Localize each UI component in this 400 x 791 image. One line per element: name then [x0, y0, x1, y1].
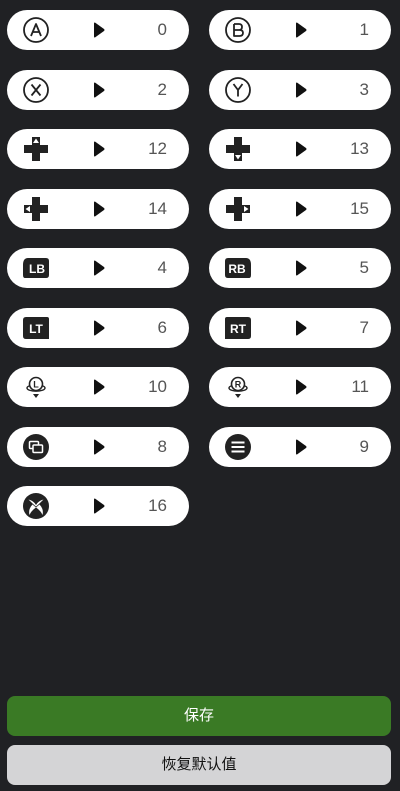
lb-bumper-icon: LB	[21, 254, 51, 282]
dpad-left-icon	[21, 195, 51, 223]
mapping-x[interactable]: 2	[7, 69, 189, 110]
lt-trigger-icon: LT	[21, 314, 51, 342]
x-button-icon	[21, 76, 51, 104]
left-stick-label: L	[33, 380, 39, 390]
mapping-row: LT 6 RT 7	[7, 307, 391, 348]
mapping-y[interactable]: 3	[209, 69, 391, 110]
a-button-icon	[21, 16, 51, 44]
dpad-up-icon	[21, 135, 51, 163]
mapping-view[interactable]: 8	[7, 426, 189, 467]
mapping-dpad-up[interactable]: 12	[7, 129, 189, 169]
b-button-icon	[223, 16, 253, 44]
xbox-guide-icon	[21, 492, 51, 520]
mapped-index: 8	[157, 436, 167, 456]
save-button[interactable]: 保存	[7, 696, 391, 736]
arrow-icon	[295, 141, 307, 157]
mapping-dpad-right[interactable]: 15	[209, 188, 391, 229]
mapping-row: L 10 R 11	[7, 367, 391, 407]
mapped-index: 3	[359, 79, 369, 99]
mapping-rt[interactable]: RT 7	[209, 307, 391, 348]
mapping-row: 2 3	[7, 69, 391, 110]
arrow-icon	[93, 439, 105, 455]
lt-label: LT	[29, 322, 43, 336]
arrow-icon	[93, 260, 105, 276]
mapping-menu[interactable]: 9	[209, 426, 391, 467]
arrow-icon	[93, 201, 105, 217]
arrow-icon	[295, 201, 307, 217]
button-mapping-grid: 0 1 2 3 12 13 14 15 LB 4 RB 5 LT 6 RT 7 …	[7, 10, 391, 546]
rt-trigger-icon: RT	[223, 314, 253, 342]
arrow-icon	[295, 82, 307, 98]
arrow-icon	[295, 22, 307, 38]
lb-label: LB	[29, 262, 45, 276]
mapped-index: 0	[157, 20, 167, 39]
mapping-left-stick[interactable]: L 10	[7, 367, 189, 407]
menu-button-icon	[223, 433, 253, 461]
mapped-index: 15	[350, 198, 369, 218]
mapped-index: 6	[157, 317, 167, 337]
arrow-icon	[93, 22, 105, 38]
mapped-index: 2	[157, 79, 167, 99]
mapped-index: 7	[359, 317, 369, 337]
view-button-icon	[21, 433, 51, 461]
mapped-index: 5	[359, 258, 369, 277]
mapping-right-stick[interactable]: R 11	[209, 367, 391, 407]
mapped-index: 14	[148, 198, 167, 218]
y-button-icon	[223, 76, 253, 104]
mapping-row: 14 15	[7, 188, 391, 229]
arrow-icon	[93, 498, 105, 514]
mapping-lb[interactable]: LB 4	[7, 248, 189, 288]
arrow-icon	[93, 82, 105, 98]
rt-label: RT	[230, 322, 247, 336]
mapping-lt[interactable]: LT 6	[7, 307, 189, 348]
mapping-b[interactable]: 1	[209, 10, 391, 50]
mapping-dpad-down[interactable]: 13	[209, 129, 391, 169]
rb-bumper-icon: RB	[223, 254, 253, 282]
left-stick-click-icon: L	[21, 373, 51, 401]
mapped-index: 1	[359, 20, 369, 39]
dpad-right-icon	[223, 195, 253, 223]
mapped-index: 13	[350, 139, 369, 158]
dpad-down-icon	[223, 135, 253, 163]
mapping-row: LB 4 RB 5	[7, 248, 391, 288]
mapped-index: 4	[157, 258, 167, 277]
arrow-icon	[93, 379, 105, 395]
arrow-icon	[295, 320, 307, 336]
right-stick-click-icon: R	[223, 373, 253, 401]
arrow-icon	[295, 439, 307, 455]
mapped-index: 16	[148, 496, 167, 515]
mapped-index: 10	[148, 377, 167, 396]
mapping-row: 16	[7, 486, 391, 526]
mapping-dpad-left[interactable]: 14	[7, 188, 189, 229]
mapped-index: 11	[351, 377, 369, 396]
restore-defaults-button[interactable]: 恢复默认值	[7, 745, 391, 785]
mapping-row: 8 9	[7, 426, 391, 467]
arrow-icon	[295, 379, 307, 395]
right-stick-label: R	[235, 380, 242, 390]
mapped-index: 9	[359, 436, 369, 456]
arrow-icon	[93, 320, 105, 336]
mapping-row: 12 13	[7, 129, 391, 169]
mapping-row: 0 1	[7, 10, 391, 50]
mapping-guide[interactable]: 16	[7, 486, 189, 526]
mapping-a[interactable]: 0	[7, 10, 189, 50]
rb-label: RB	[228, 262, 246, 276]
arrow-icon	[295, 260, 307, 276]
mapping-rb[interactable]: RB 5	[209, 248, 391, 288]
mapped-index: 12	[148, 139, 167, 158]
arrow-icon	[93, 141, 105, 157]
